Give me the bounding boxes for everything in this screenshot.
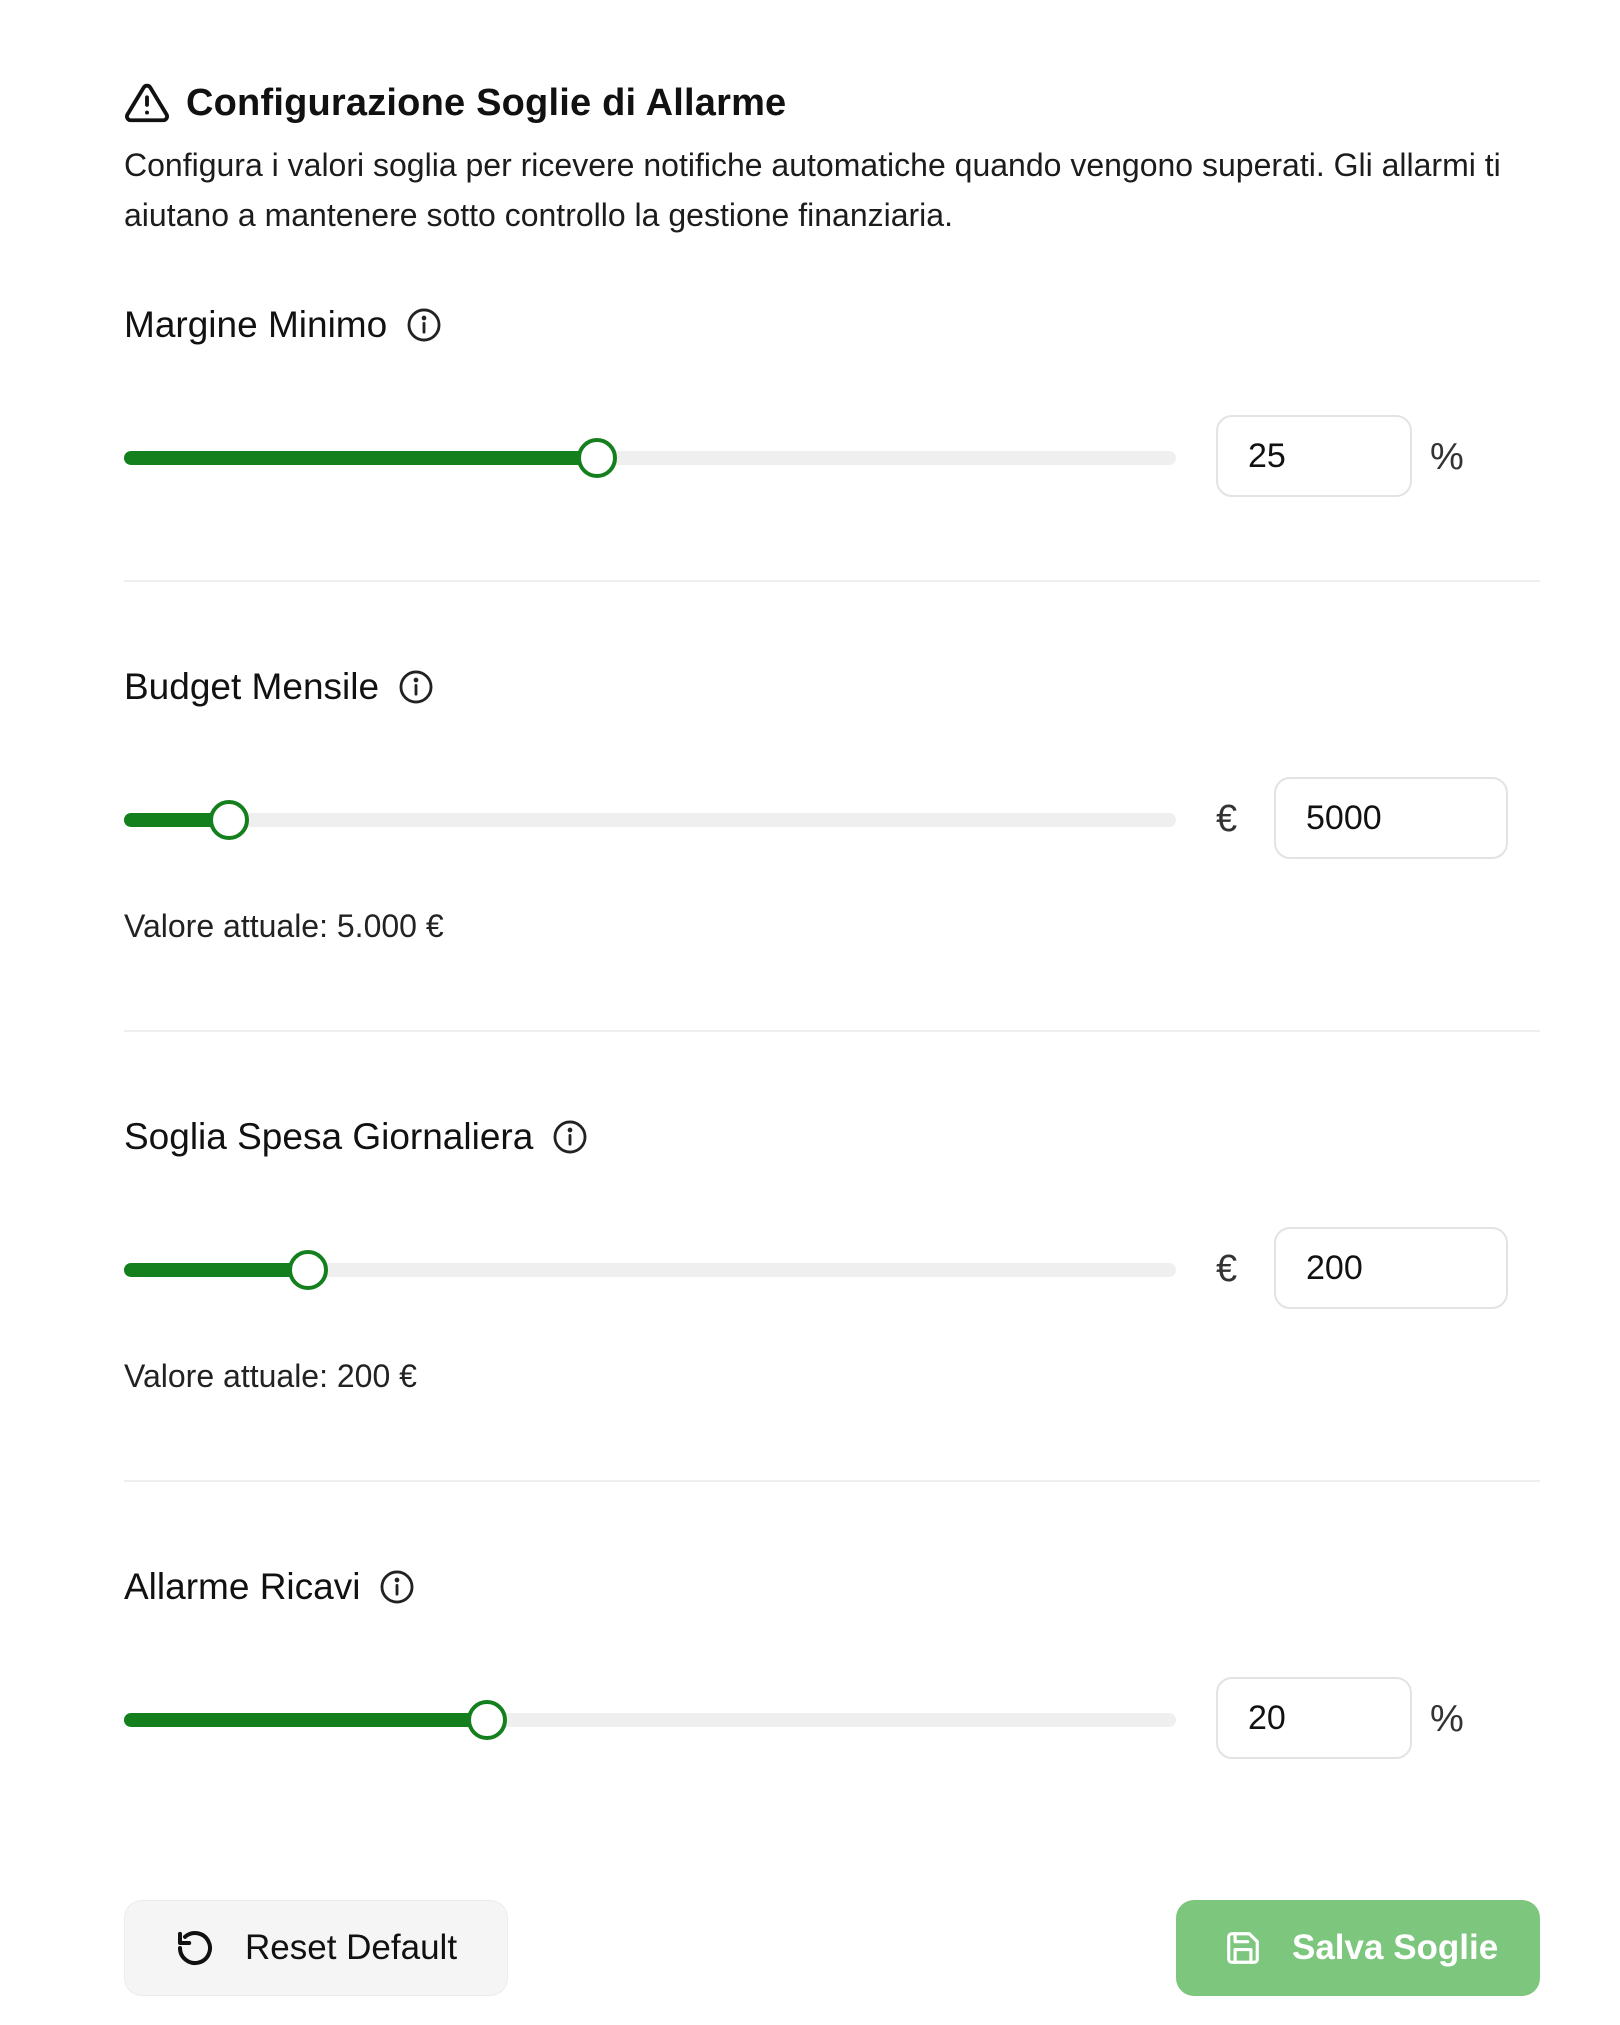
- setting-label: Budget Mensile: [124, 666, 380, 707]
- slider-fill: [124, 451, 597, 465]
- setting-label: Margine Minimo: [124, 304, 388, 345]
- revenue-value-input[interactable]: [1216, 1677, 1412, 1759]
- slider-fill: [124, 1263, 308, 1277]
- percent-unit: %: [1430, 1698, 1464, 1740]
- alert-triangle-icon: [125, 83, 169, 123]
- page-title: Configurazione Soglie di Allarme: [186, 81, 787, 124]
- panel-header: Configurazione Soglie di Allarme: [124, 78, 786, 128]
- budget-slider[interactable]: [124, 800, 1176, 840]
- slider-thumb[interactable]: [577, 438, 617, 478]
- info-icon[interactable]: [551, 1118, 589, 1156]
- margin-value-input[interactable]: [1216, 415, 1412, 497]
- save-thresholds-button[interactable]: Salva Soglie: [1176, 1900, 1540, 1996]
- setting-label-row: Margine Minimo: [124, 300, 443, 350]
- daily-spend-slider[interactable]: [124, 1250, 1176, 1290]
- current-value-text: Valore attuale: 5.000 €: [124, 908, 444, 944]
- save-button-label: Salva Soglie: [1292, 1928, 1499, 1967]
- slider-thumb[interactable]: [209, 800, 249, 840]
- euro-unit: €: [1216, 798, 1238, 840]
- setting-label-row: Budget Mensile: [124, 662, 435, 712]
- slider-thumb[interactable]: [288, 1250, 328, 1290]
- euro-unit: €: [1216, 1248, 1238, 1290]
- percent-unit: %: [1430, 436, 1464, 478]
- section-divider: [124, 580, 1540, 582]
- save-icon: [1227, 1932, 1259, 1964]
- section-divider: [124, 1030, 1540, 1032]
- margin-slider[interactable]: [124, 438, 1176, 478]
- info-icon[interactable]: [397, 668, 435, 706]
- section-divider: [124, 1480, 1540, 1482]
- revenue-slider[interactable]: [124, 1700, 1176, 1740]
- info-icon[interactable]: [405, 306, 443, 344]
- slider-thumb[interactable]: [467, 1700, 507, 1740]
- reset-default-button[interactable]: Reset Default: [124, 1900, 508, 1996]
- setting-label-row: Allarme Ricavi: [124, 1562, 416, 1612]
- rotate-ccw-icon: [178, 1931, 212, 1965]
- daily-spend-value-input[interactable]: [1274, 1227, 1508, 1309]
- setting-label: Soglia Spesa Giornaliera: [124, 1116, 534, 1157]
- page-description: Configura i valori soglia per ricevere n…: [124, 147, 1501, 233]
- setting-label-row: Soglia Spesa Giornaliera: [124, 1112, 589, 1162]
- setting-label: Allarme Ricavi: [124, 1566, 361, 1607]
- reset-button-label: Reset Default: [245, 1928, 458, 1967]
- budget-value-input[interactable]: [1274, 777, 1508, 859]
- current-value-text: Valore attuale: 200 €: [124, 1358, 417, 1394]
- info-icon[interactable]: [378, 1568, 416, 1606]
- slider-track[interactable]: [124, 813, 1176, 827]
- slider-fill: [124, 1713, 487, 1727]
